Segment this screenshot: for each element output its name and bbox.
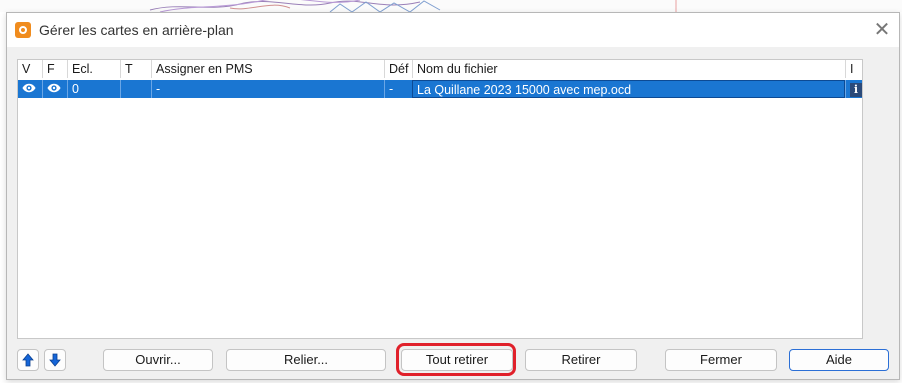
column-header-assign-pms[interactable]: Assigner en PMS <box>151 60 384 78</box>
column-header-visible[interactable]: V <box>18 60 42 78</box>
column-header-ecl[interactable]: Ecl. <box>67 60 120 78</box>
arrow-down-icon <box>49 353 61 367</box>
column-header-t[interactable]: T <box>120 60 151 78</box>
remove-all-highlight <box>396 343 516 376</box>
background-maps-table: V F Ecl. T Assigner en PMS Déf Nom du fi… <box>17 59 863 339</box>
info-button[interactable]: i <box>845 80 862 98</box>
help-button[interactable]: Aide <box>789 349 889 371</box>
ecl-value[interactable]: 0 <box>67 80 120 98</box>
remove-button[interactable]: Retirer <box>525 349 637 371</box>
def-value[interactable]: - <box>384 80 412 98</box>
close-window-button[interactable]: ✕ <box>869 17 895 43</box>
column-header-filename[interactable]: Nom du fichier <box>412 60 845 78</box>
t-value[interactable] <box>120 80 151 98</box>
column-header-f[interactable]: F <box>42 60 67 78</box>
eye-icon <box>22 83 36 93</box>
move-up-button[interactable] <box>17 349 39 371</box>
table-row[interactable]: 0 - - La Quillane 2023 15000 avec mep.oc… <box>18 80 862 98</box>
open-button[interactable]: Ouvrir... <box>103 349 213 371</box>
eye-icon <box>47 83 61 93</box>
f-toggle[interactable] <box>42 80 67 98</box>
info-icon: i <box>850 83 862 97</box>
background-maps-dialog: Gérer les cartes en arrière-plan ✕ V F E… <box>6 12 900 380</box>
background-map-strip <box>0 0 902 12</box>
pms-value[interactable]: - <box>151 80 384 98</box>
title-bar: Gérer les cartes en arrière-plan ✕ <box>7 13 899 47</box>
visible-toggle[interactable] <box>18 80 42 98</box>
close-button[interactable]: Fermer <box>665 349 777 371</box>
move-down-button[interactable] <box>44 349 66 371</box>
arrow-up-icon <box>22 353 34 367</box>
window-title: Gérer les cartes en arrière-plan <box>39 22 234 38</box>
filename-value[interactable]: La Quillane 2023 15000 avec mep.ocd <box>412 80 845 98</box>
table-header: V F Ecl. T Assigner en PMS Déf Nom du fi… <box>18 60 862 78</box>
column-header-def[interactable]: Déf <box>384 60 412 78</box>
ocad-logo-icon <box>15 22 31 38</box>
link-button[interactable]: Relier... <box>226 349 386 371</box>
column-header-info[interactable]: I <box>845 60 862 78</box>
